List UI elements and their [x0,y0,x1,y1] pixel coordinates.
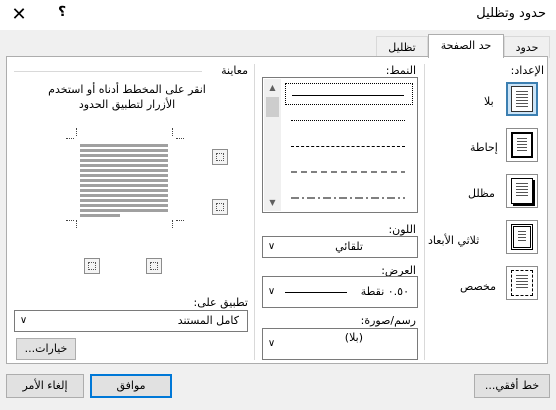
art-dropdown[interactable]: ∨ (بلا) [262,328,418,360]
style-dotted[interactable] [285,109,413,131]
bottom-border-button[interactable] [212,199,228,215]
setting-3d-label: ثلاثي الأبعاد [428,234,480,247]
title-bar [0,0,556,30]
dash-dot-line-icon [291,197,405,199]
style-solid[interactable] [285,83,413,105]
setting-box-label: إحاطة [470,141,498,154]
setting-3d-button[interactable] [506,220,538,254]
scroll-thumb[interactable] [266,97,279,117]
tab-borders[interactable]: حدود [504,36,550,58]
left-border-icon [88,262,96,270]
setting-shadow-button[interactable] [506,174,538,208]
horizontal-line-button[interactable]: خط أفقي... [474,374,550,398]
preview-instruction-1: انقر على المخطط أدناه أو استخدم [48,83,206,96]
page-box-icon [511,132,533,158]
page-custom-icon [511,270,533,296]
color-label: اللون: [388,223,416,236]
tab-shading[interactable]: تظليل [376,36,428,58]
dialog-title: حدود وتظليل [476,6,546,21]
chevron-down-icon: ∨ [267,286,276,297]
preview-rule [14,71,202,72]
bottom-border-icon [216,203,224,211]
chevron-down-icon: ∨ [267,338,276,349]
dash-line-icon [291,171,405,173]
ok-button[interactable]: موافق [90,374,172,398]
page-none-icon [511,86,533,112]
setting-none-button[interactable] [506,82,538,116]
right-border-icon [150,262,158,270]
setting-label: الإعداد: [510,64,544,77]
help-icon[interactable]: ؟ [58,4,66,20]
tab-page-border[interactable]: حد الصفحة [428,34,504,58]
style-dashed-small[interactable] [285,135,413,157]
setting-custom-button[interactable] [506,266,538,300]
chevron-down-icon: ∨ [267,241,276,252]
setting-custom-label: مخصص [460,280,497,293]
top-border-button[interactable] [212,149,228,165]
close-icon[interactable]: ✕ [6,2,32,28]
left-border-button[interactable] [84,258,100,274]
preview-label: معاينة [221,64,248,77]
page-3d-icon [511,224,533,250]
scrollbar[interactable]: ▲ ▼ [264,79,281,211]
apply-to-dropdown[interactable]: ∨ كامل المستند [14,310,248,332]
cancel-button[interactable]: إلغاء الأمر [6,374,84,398]
apply-to-value: كامل المستند [177,314,239,327]
style-dash-dot[interactable] [285,187,413,209]
setting-none-label: بلا [484,95,494,108]
art-value: (بلا) [344,331,363,344]
chevron-down-icon: ∨ [19,315,28,326]
top-border-icon [216,153,224,161]
style-dashed-large[interactable] [285,161,413,183]
scroll-down-icon[interactable]: ▼ [264,194,281,211]
separator [424,64,425,360]
apply-to-label: تطبيق على: [193,296,248,309]
separator [254,64,255,360]
width-value: ٠.٥٠ نقطة [360,285,409,298]
right-border-button[interactable] [146,258,162,274]
preview-page [80,142,168,222]
art-label: رسم/صورة: [360,314,416,327]
setting-box-button[interactable] [506,128,538,162]
preview-instruction-2: الأزرار لتطبيق الحدود [78,98,176,111]
setting-shadow-label: مظلل [468,187,495,200]
color-dropdown[interactable]: ∨ تلقائي [262,236,418,258]
scroll-up-icon[interactable]: ▲ [264,79,281,96]
color-value: تلقائي [335,240,363,253]
style-label: النمط: [385,64,416,77]
style-listbox[interactable]: ▲ ▼ [262,77,418,213]
options-button[interactable]: خيارات... [16,338,76,360]
width-dropdown[interactable]: ∨ ٠.٥٠ نقطة [262,276,418,308]
width-line-sample [285,292,347,293]
page-shadow-icon [511,178,533,204]
preview-diagram[interactable] [66,128,184,228]
